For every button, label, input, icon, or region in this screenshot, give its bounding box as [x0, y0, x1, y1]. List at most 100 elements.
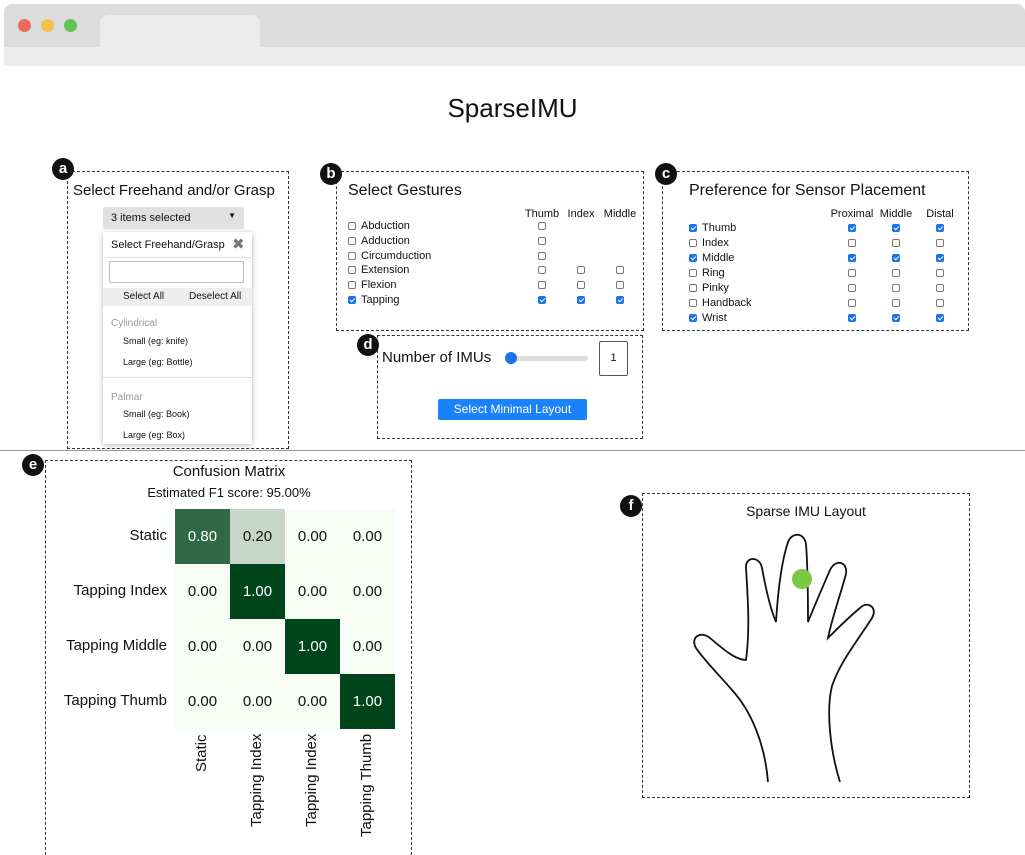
- grasp-dropdown[interactable]: 3 items selected ▼: [103, 207, 244, 229]
- panel-b-badge: b: [320, 163, 342, 185]
- placement-segment-checkbox[interactable]: [892, 284, 900, 292]
- placement-col-header: Distal: [926, 208, 954, 220]
- gesture-checkbox[interactable]: [348, 222, 356, 230]
- matrix-row-label: Tapping Middle: [66, 637, 167, 654]
- matrix-cell: 0.00: [285, 564, 340, 619]
- placement-segment-checkbox[interactable]: [936, 239, 944, 247]
- placement-segment-checkbox[interactable]: [848, 239, 856, 247]
- select-all-button[interactable]: Select All: [123, 291, 164, 302]
- gesture-finger-checkbox[interactable]: [616, 281, 624, 290]
- matrix-row-label: Static: [129, 527, 167, 544]
- matrix-subtitle: Estimated F1 score: 95.00%: [147, 485, 311, 500]
- placement-segment-checkbox[interactable]: [892, 299, 900, 307]
- close-window-icon[interactable]: [18, 19, 31, 32]
- gesture-label: Circumduction: [361, 249, 432, 262]
- matrix-col-label: Tapping Index: [248, 733, 265, 827]
- placement-segment-checkbox[interactable]: [848, 314, 856, 322]
- layout-title: Sparse IMU Layout: [706, 503, 906, 519]
- imu-count-input[interactable]: 1: [599, 341, 628, 376]
- placement-label: Middle: [702, 252, 735, 264]
- grasp-menu-header: Select Freehand/Grasp ✖: [103, 232, 252, 258]
- placement-checkbox[interactable]: [689, 269, 697, 277]
- placement-checkbox[interactable]: [689, 254, 697, 262]
- gesture-finger-checkbox[interactable]: [538, 251, 546, 260]
- placement-segment-checkbox[interactable]: [848, 224, 856, 232]
- gesture-finger-checkbox[interactable]: [577, 296, 585, 304]
- gesture-finger-checkbox[interactable]: [538, 281, 546, 290]
- gesture-col-header: Middle: [603, 208, 637, 220]
- gesture-finger-checkbox[interactable]: [616, 266, 624, 275]
- gesture-finger-checkbox[interactable]: [577, 281, 585, 290]
- matrix-col-label: Static: [193, 734, 210, 772]
- panel-c-title: Preference for Sensor Placement: [686, 182, 929, 200]
- panel-a-badge: a: [52, 158, 74, 180]
- matrix-row-label: Tapping Index: [73, 582, 167, 599]
- placement-segment-checkbox[interactable]: [892, 314, 900, 322]
- matrix-cell: 0.00: [340, 509, 395, 564]
- placement-checkbox[interactable]: [689, 299, 697, 307]
- matrix-title: Confusion Matrix: [129, 463, 329, 480]
- panel-c-badge: c: [655, 163, 677, 185]
- placement-segment-checkbox[interactable]: [848, 269, 856, 277]
- gesture-checkbox[interactable]: [348, 236, 356, 245]
- gesture-checkbox[interactable]: [348, 266, 356, 275]
- matrix-col-label: Tapping Index: [303, 733, 320, 827]
- placement-segment-checkbox[interactable]: [936, 254, 944, 262]
- placement-segment-checkbox[interactable]: [892, 254, 900, 262]
- matrix-cell: 0.00: [285, 674, 340, 729]
- maximize-window-icon[interactable]: [64, 19, 77, 32]
- gesture-finger-checkbox[interactable]: [538, 296, 546, 304]
- placement-segment-checkbox[interactable]: [848, 254, 856, 262]
- placement-segment-checkbox[interactable]: [892, 239, 900, 247]
- close-icon[interactable]: ✖: [232, 235, 245, 253]
- option-large-bottle[interactable]: Large (eg: Bottle): [123, 357, 193, 367]
- gesture-finger-checkbox[interactable]: [538, 222, 546, 230]
- placement-checkbox[interactable]: [689, 224, 697, 232]
- gesture-label: Tapping: [361, 294, 400, 306]
- placement-segment-checkbox[interactable]: [892, 224, 900, 232]
- gesture-finger-checkbox[interactable]: [538, 266, 546, 275]
- imu-slider[interactable]: [507, 356, 588, 361]
- placement-col-header: Middle: [879, 208, 913, 220]
- gesture-finger-checkbox[interactable]: [577, 266, 585, 275]
- minimize-window-icon[interactable]: [41, 19, 54, 32]
- option-large-box[interactable]: Large (eg: Box): [123, 430, 185, 440]
- placement-checkbox[interactable]: [689, 284, 697, 292]
- gesture-checkbox[interactable]: [348, 281, 356, 290]
- placement-checkbox[interactable]: [689, 239, 697, 247]
- matrix-cell: 0.00: [230, 619, 285, 674]
- gesture-col-header: Index: [567, 208, 595, 220]
- gesture-finger-checkbox[interactable]: [538, 236, 546, 245]
- grasp-search-input[interactable]: [109, 261, 244, 283]
- gesture-checkbox[interactable]: [348, 296, 356, 304]
- browser-tab[interactable]: [100, 15, 260, 47]
- placement-col-header: Proximal: [830, 208, 874, 220]
- option-small-knife[interactable]: Small (eg: knife): [123, 336, 188, 346]
- matrix-cell: 0.20: [230, 509, 285, 564]
- placement-segment-checkbox[interactable]: [936, 269, 944, 277]
- option-small-book[interactable]: Small (eg: Book): [123, 409, 190, 419]
- matrix-cell: 1.00: [230, 564, 285, 619]
- chevron-down-icon: ▼: [228, 211, 236, 220]
- placement-segment-checkbox[interactable]: [936, 299, 944, 307]
- placement-segment-checkbox[interactable]: [848, 284, 856, 292]
- imu-slider-handle[interactable]: [505, 352, 517, 364]
- matrix-cell: 0.00: [175, 564, 230, 619]
- placement-segment-checkbox[interactable]: [848, 299, 856, 307]
- gesture-finger-checkbox[interactable]: [616, 296, 624, 304]
- tab-bar: [4, 47, 1025, 66]
- placement-segment-checkbox[interactable]: [936, 314, 944, 322]
- placement-segment-checkbox[interactable]: [936, 224, 944, 232]
- divider: [103, 377, 252, 378]
- matrix-cell: 0.00: [340, 619, 395, 674]
- gesture-checkbox[interactable]: [348, 251, 356, 260]
- select-minimal-layout-button[interactable]: Select Minimal Layout: [438, 399, 587, 420]
- placement-segment-checkbox[interactable]: [892, 269, 900, 277]
- matrix-cell: 0.00: [340, 564, 395, 619]
- imu-marker: [792, 569, 812, 589]
- gesture-label: Adduction: [361, 234, 410, 247]
- deselect-all-button[interactable]: Deselect All: [189, 291, 241, 302]
- placement-segment-checkbox[interactable]: [936, 284, 944, 292]
- placement-checkbox[interactable]: [689, 314, 697, 322]
- panel-b-title: Select Gestures: [345, 182, 465, 200]
